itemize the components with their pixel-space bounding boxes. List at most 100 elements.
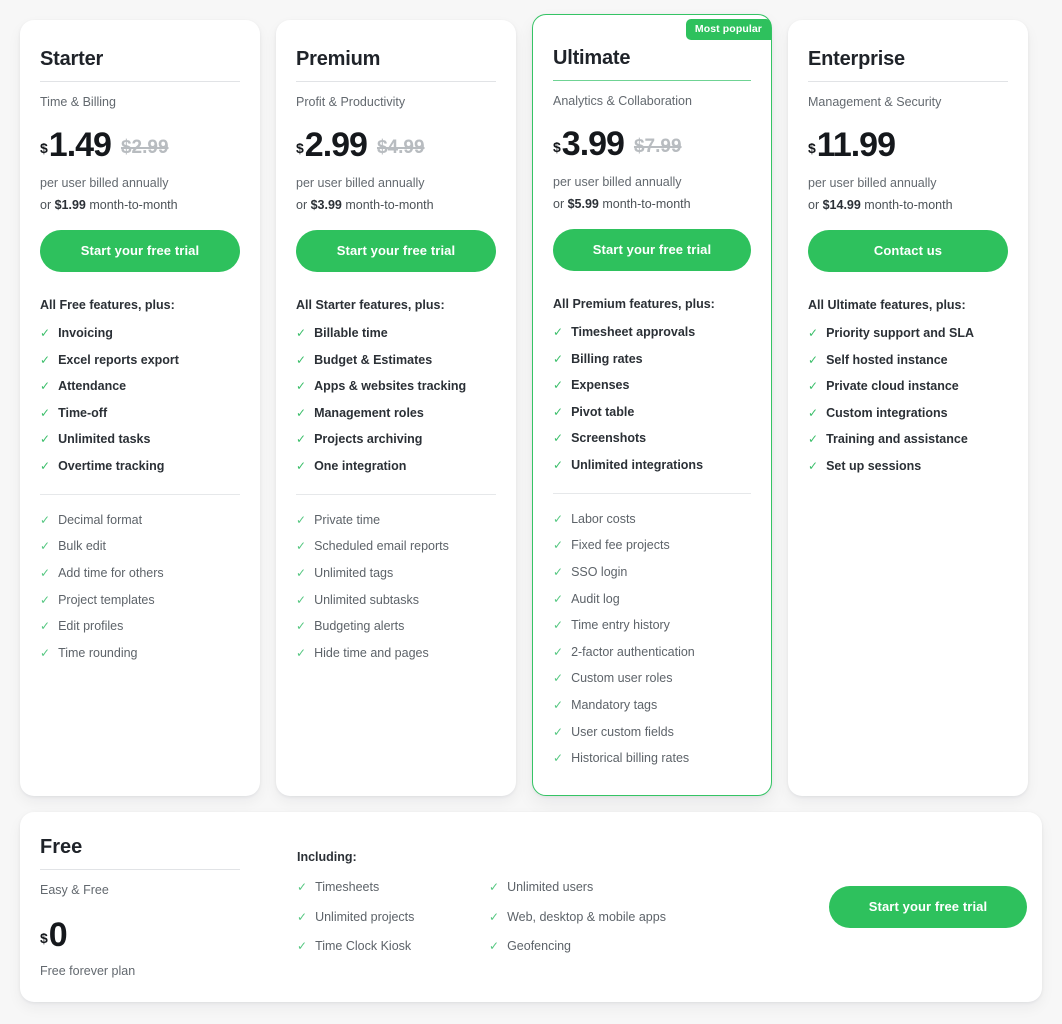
monthly-suffix: month-to-month [85, 197, 178, 212]
feature-label: Pivot table [571, 404, 635, 419]
free-plan-cta-wrap: Start your free trial [829, 886, 1027, 928]
feature-item: ✓ Priority support and SLA [808, 326, 1008, 342]
feature-item: ✓ Apps & websites tracking [296, 379, 496, 395]
price-amount: 2.99 [304, 126, 368, 164]
feature-item: ✓ Training and assistance [808, 432, 1008, 448]
free-plan-summary: Free Easy & Free $ 0 Free forever plan [40, 836, 240, 978]
contact-us-button[interactable]: Contact us [808, 229, 1008, 272]
check-icon: ✓ [40, 432, 51, 447]
features-list: All Ultimate features, plus: ✓ Priority s… [808, 298, 1008, 475]
check-icon: ✓ [489, 909, 500, 924]
feature-item: ✓ Web, desktop & mobile apps [489, 910, 681, 926]
check-icon: ✓ [553, 591, 564, 606]
feature-item: ✓ Labor costs [553, 512, 751, 528]
check-icon: ✓ [40, 592, 51, 607]
start-free-trial-button[interactable]: Start your free trial [553, 228, 751, 271]
feature-item: ✓ Bulk edit [40, 539, 240, 555]
check-icon: ✓ [40, 645, 51, 660]
free-plan-tagline: Easy & Free [40, 883, 109, 897]
check-icon: ✓ [40, 619, 51, 634]
feature-label: Mandatory tags [571, 698, 658, 713]
old-price: $7.99 [633, 135, 682, 157]
feature-item: ✓ Decimal format [40, 513, 240, 529]
feature-item: ✓ Add time for others [40, 566, 240, 582]
feature-label: Unlimited subtasks [314, 592, 419, 607]
feature-label: Time-off [58, 405, 108, 420]
feature-item: ✓ Unlimited users [489, 880, 681, 896]
feature-label: Fixed fee projects [571, 538, 670, 553]
plan-card-ultimate: Most popular Ultimate Analytics & Collab… [532, 14, 772, 796]
secondary-features: ✓ Private time ✓ Scheduled email reports ✓ Un… [296, 513, 496, 662]
feature-item: ✓ Custom integrations [808, 406, 1008, 422]
currency-symbol: $ [296, 139, 304, 156]
check-icon: ✓ [296, 619, 307, 634]
feature-item: ✓ Billing rates [553, 352, 751, 368]
monthly-price: $3.99 [310, 197, 342, 212]
check-icon: ✓ [296, 379, 307, 394]
features-divider [296, 493, 496, 495]
feature-item: ✓ Timesheet approvals [553, 325, 751, 341]
feature-label: Time entry history [571, 618, 670, 633]
feature-label: Audit log [571, 591, 620, 606]
feature-item: ✓ Unlimited tasks [40, 432, 240, 448]
price-line: $ 2.99 $4.99 [296, 126, 496, 164]
free-plan-price: $ 0 [40, 916, 240, 954]
check-icon: ✓ [808, 405, 819, 420]
feature-label: Geofencing [507, 939, 571, 954]
features-list: All Premium features, plus: ✓ Timesheet a… [553, 297, 751, 767]
check-icon: ✓ [553, 564, 564, 579]
features-list: All Free features, plus: ✓ Invoicing ✓ Exce… [40, 298, 240, 662]
free-feature-columns: ✓ Timesheets ✓ Unlimited projects ✓ Time Cloc… [297, 880, 767, 969]
feature-label: 2-factor authentication [571, 644, 695, 659]
feature-item: ✓ Unlimited tags [296, 566, 496, 582]
check-icon: ✓ [808, 432, 819, 447]
feature-item: ✓ Historical billing rates [553, 751, 751, 767]
feature-item: ✓ Excel reports export [40, 353, 240, 369]
check-icon: ✓ [296, 592, 307, 607]
feature-item: ✓ Fixed fee projects [553, 538, 751, 554]
feature-label: Scheduled email reports [314, 539, 449, 554]
monthly-suffix: month-to-month [341, 197, 434, 212]
check-icon: ✓ [296, 645, 307, 660]
feature-item: ✓ Unlimited projects [297, 910, 489, 926]
feature-item: ✓ Geofencing [489, 939, 681, 955]
current-price: $ 3.99 [553, 127, 625, 161]
plan-card-premium: Premium Profit & Productivity $ 2.99 $4.… [276, 20, 516, 796]
start-free-trial-button[interactable]: Start your free trial [296, 229, 496, 272]
feature-label: Overtime tracking [58, 459, 165, 474]
check-icon: ✓ [296, 325, 307, 340]
feature-item: ✓ Set up sessions [808, 459, 1008, 475]
monthly-prefix: or [808, 197, 823, 212]
feature-item: ✓ Self hosted instance [808, 353, 1008, 369]
feature-label: Edit profiles [58, 619, 124, 634]
start-free-trial-button[interactable]: Start your free trial [40, 229, 240, 272]
free-plan-features: Including: ✓ Timesheets ✓ Unlimited project… [297, 850, 767, 969]
title-divider [40, 81, 240, 82]
monthly-note: or $5.99 month-to-month [553, 197, 751, 211]
free-feature-column-1: ✓ Timesheets ✓ Unlimited projects ✓ Time Cloc… [297, 880, 489, 969]
free-plan-name: Free [40, 836, 83, 858]
feature-label: Custom user roles [571, 671, 673, 686]
feature-label: Private cloud instance [826, 379, 959, 394]
feature-item: ✓ Billable time [296, 326, 496, 342]
features-heading: All Free features, plus: [40, 297, 175, 312]
check-icon: ✓ [296, 432, 307, 447]
feature-item: ✓ Custom user roles [553, 671, 751, 687]
feature-label: Billing rates [571, 351, 643, 366]
price-amount: 0 [48, 916, 68, 954]
feature-item: ✓ One integration [296, 459, 496, 475]
feature-item: ✓ Timesheets [297, 880, 489, 896]
monthly-note: or $3.99 month-to-month [296, 198, 496, 212]
monthly-prefix: or [553, 196, 568, 211]
start-free-trial-button[interactable]: Start your free trial [829, 886, 1027, 928]
check-icon: ✓ [489, 939, 500, 954]
monthly-price: $1.99 [54, 197, 86, 212]
feature-label: Invoicing [58, 325, 113, 340]
check-icon: ✓ [489, 880, 500, 894]
feature-label: Priority support and SLA [826, 325, 974, 340]
primary-features: ✓ Priority support and SLA ✓ Self hosted in… [808, 326, 1008, 475]
features-divider [553, 492, 751, 494]
check-icon: ✓ [553, 751, 564, 766]
price-line: $ 3.99 $7.99 [553, 127, 751, 161]
current-price: $ 1.49 [40, 128, 112, 162]
